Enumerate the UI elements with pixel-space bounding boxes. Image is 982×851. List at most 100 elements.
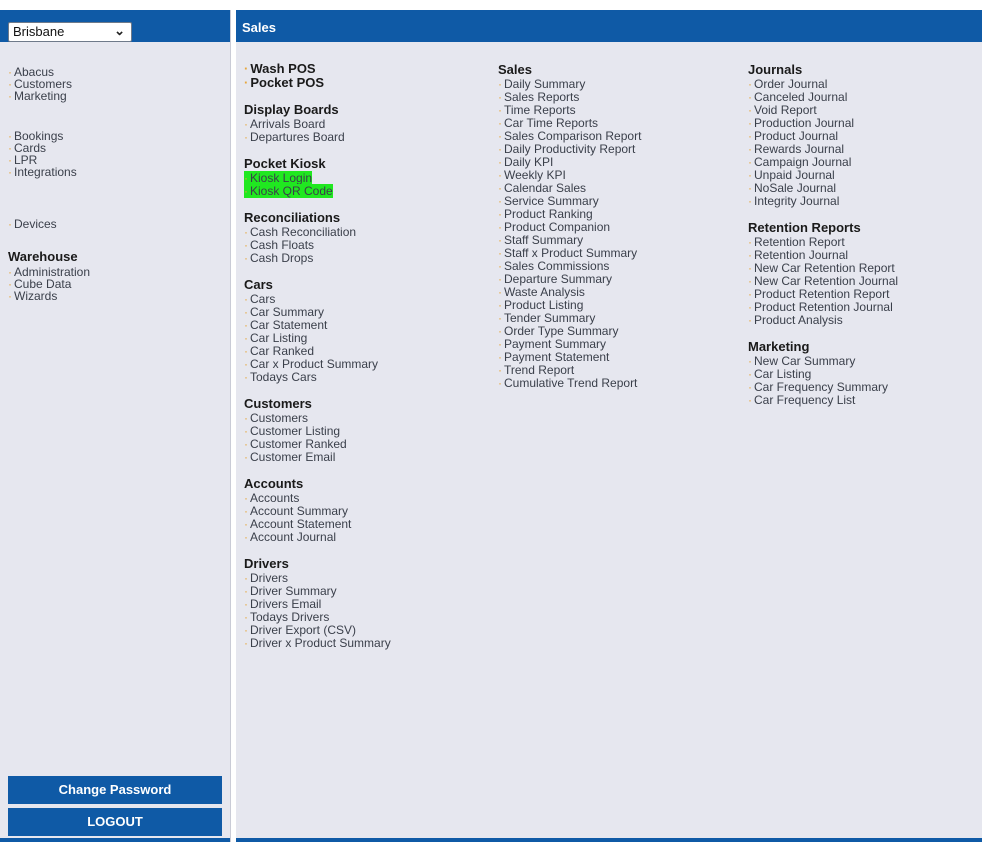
bullet-dot-icon: · xyxy=(748,274,752,288)
menu-link-label: Cumulative Trend Report xyxy=(504,376,638,390)
change-password-button[interactable]: Change Password xyxy=(8,776,222,804)
bullet-dot-icon: · xyxy=(748,142,752,156)
bullet-dot-icon: · xyxy=(244,184,248,198)
menu-link-label: Car Listing xyxy=(250,331,308,345)
menu-link-label: Product Retention Journal xyxy=(754,300,893,314)
menu-link-label: Todays Drivers xyxy=(250,610,330,624)
menu-section: · Wash POS · Pocket POS xyxy=(244,62,391,90)
sidebar-item-marketing[interactable]: · Marketing xyxy=(8,90,72,102)
menu-link-label: Payment Statement xyxy=(504,350,610,364)
menu-link-label: Driver Export (CSV) xyxy=(250,623,357,637)
menu-section-reconciliations: Reconciliations · Cash Reconciliation · Cash… xyxy=(244,210,391,265)
menu-link-wash-pos[interactable]: · Wash POS xyxy=(244,62,391,76)
sidebar-group-1: · Abacus · Customers · Marketing xyxy=(8,66,72,102)
menu-link-todays-cars[interactable]: · Todays Cars xyxy=(244,371,391,384)
bullet-dot-icon: · xyxy=(244,318,248,332)
bullet-dot-icon: · xyxy=(244,636,248,650)
bullet-dot-icon: · xyxy=(244,292,248,306)
bullet-dot-icon: · xyxy=(498,376,502,390)
bullet-dot-icon: · xyxy=(498,103,502,117)
menu-link-label: Service Summary xyxy=(504,194,599,208)
bullet-dot-icon: · xyxy=(498,363,502,377)
menu-link-label: Kiosk Login xyxy=(250,171,313,185)
location-select[interactable]: Brisbane ⌄ xyxy=(8,22,132,42)
menu-column-1: · Wash POS · Pocket POS Display Boards · Arriv… xyxy=(244,62,391,650)
menu-link-label: Waste Analysis xyxy=(504,285,585,299)
bullet-dot-icon: · xyxy=(498,129,502,143)
menu-link-customer-email[interactable]: · Customer Email xyxy=(244,451,391,464)
menu-link-integrity-journal[interactable]: · Integrity Journal xyxy=(748,195,898,208)
main-bottom-bar xyxy=(236,838,982,842)
sidebar-item-label: Integrations xyxy=(14,165,77,179)
sidebar-item-label: Devices xyxy=(14,217,57,231)
bullet-dot-icon: · xyxy=(748,103,752,117)
menu-link-list: · Order Journal · Canceled Journal · Void Rep… xyxy=(748,78,898,208)
menu-link-label: Wash POS xyxy=(250,61,316,76)
menu-link-label: Tender Summary xyxy=(504,311,596,325)
bullet-dot-icon: · xyxy=(748,168,752,182)
page-title: Sales xyxy=(236,10,982,42)
menu-link-label: Account Summary xyxy=(250,504,349,518)
menu-link-label: Payment Summary xyxy=(504,337,607,351)
menu-link-label: Customer Listing xyxy=(250,424,341,438)
section-title: Retention Reports xyxy=(748,220,861,235)
bullet-dot-icon: · xyxy=(244,370,248,384)
menu-link-driver-x-product-summary[interactable]: · Driver x Product Summary xyxy=(244,637,391,650)
bullet-dot-icon: · xyxy=(498,324,502,338)
menu-link-label: Account Statement xyxy=(250,517,352,531)
logout-button[interactable]: LOGOUT xyxy=(8,808,222,836)
bullet-dot-icon: · xyxy=(748,77,752,91)
section-title: Marketing xyxy=(748,339,810,354)
menu-link-label: Staff x Product Summary xyxy=(504,246,638,260)
menu-link-label: Car Frequency Summary xyxy=(754,380,889,394)
menu-link-label: Product Retention Report xyxy=(754,287,890,301)
menu-link-label: Car Frequency List xyxy=(754,393,856,407)
menu-link-label: Car Time Reports xyxy=(504,116,599,130)
bullet-dot-icon: · xyxy=(244,437,248,451)
bullet-dot-icon: · xyxy=(8,89,12,103)
menu-link-label: Cash Floats xyxy=(250,238,315,252)
bullet-dot-icon: · xyxy=(748,235,752,249)
menu-link-account-journal[interactable]: · Account Journal xyxy=(244,531,391,544)
bullet-dot-icon: · xyxy=(498,181,502,195)
menu-link-label: Order Journal xyxy=(754,77,828,91)
menu-link-label: Rewards Journal xyxy=(754,142,845,156)
bullet-dot-icon: · xyxy=(748,380,752,394)
menu-link-departures-board[interactable]: · Departures Board xyxy=(244,131,391,144)
bullet-dot-icon: · xyxy=(244,623,248,637)
sidebar-item-label: Wizards xyxy=(14,289,58,303)
menu-link-label: New Car Retention Report xyxy=(754,261,895,275)
sidebar-item-devices[interactable]: · Devices xyxy=(8,218,57,230)
menu-link-list: · Retention Report · Retention Journal · New … xyxy=(748,236,898,327)
menu-link-list: · Daily Summary · Sales Reports · Time Report… xyxy=(498,78,641,390)
menu-link-label: Sales Commissions xyxy=(504,259,610,273)
bullet-dot-icon: · xyxy=(244,238,248,252)
menu-link-label: Driver Summary xyxy=(250,584,337,598)
menu-link-cumulative-trend-report[interactable]: · Cumulative Trend Report xyxy=(498,377,641,390)
menu-link-label: Todays Cars xyxy=(250,370,317,384)
menu-section-retention-reports: Retention Reports · Retention Report · Reten… xyxy=(748,220,898,327)
menu-link-pocket-pos[interactable]: · Pocket POS xyxy=(244,76,391,90)
menu-link-cash-drops[interactable]: · Cash Drops xyxy=(244,252,391,265)
menu-link-label: Weekly KPI xyxy=(504,168,566,182)
bullet-dot-icon: · xyxy=(498,272,502,286)
bullet-dot-icon: · xyxy=(748,367,752,381)
bullet-dot-icon: · xyxy=(8,165,12,179)
sidebar-item-wizards[interactable]: · Wizards xyxy=(8,290,90,302)
bullet-dot-icon: · xyxy=(244,610,248,624)
menu-link-label: Trend Report xyxy=(504,363,575,377)
bullet-dot-icon: · xyxy=(498,168,502,182)
bullet-dot-icon: · xyxy=(498,220,502,234)
menu-link-product-analysis[interactable]: · Product Analysis xyxy=(748,314,898,327)
menu-link-label: Calendar Sales xyxy=(504,181,587,195)
menu-link-car-frequency-list[interactable]: · Car Frequency List xyxy=(748,394,898,407)
menu-link-kiosk-qr-code[interactable]: · Kiosk QR Code xyxy=(244,184,391,198)
bullet-dot-icon: · xyxy=(244,424,248,438)
menu-link-list: · Cars · Car Summary · Car Statement · Car List… xyxy=(244,293,391,384)
sidebar-item-integrations[interactable]: · Integrations xyxy=(8,166,77,178)
bullet-dot-icon: · xyxy=(8,289,12,303)
bullet-dot-icon: · xyxy=(748,116,752,130)
bullet-dot-icon: · xyxy=(748,155,752,169)
menu-link-label: Void Report xyxy=(754,103,817,117)
menu-section-cars: Cars · Cars · Car Summary · Car Statement · Car … xyxy=(244,277,391,384)
